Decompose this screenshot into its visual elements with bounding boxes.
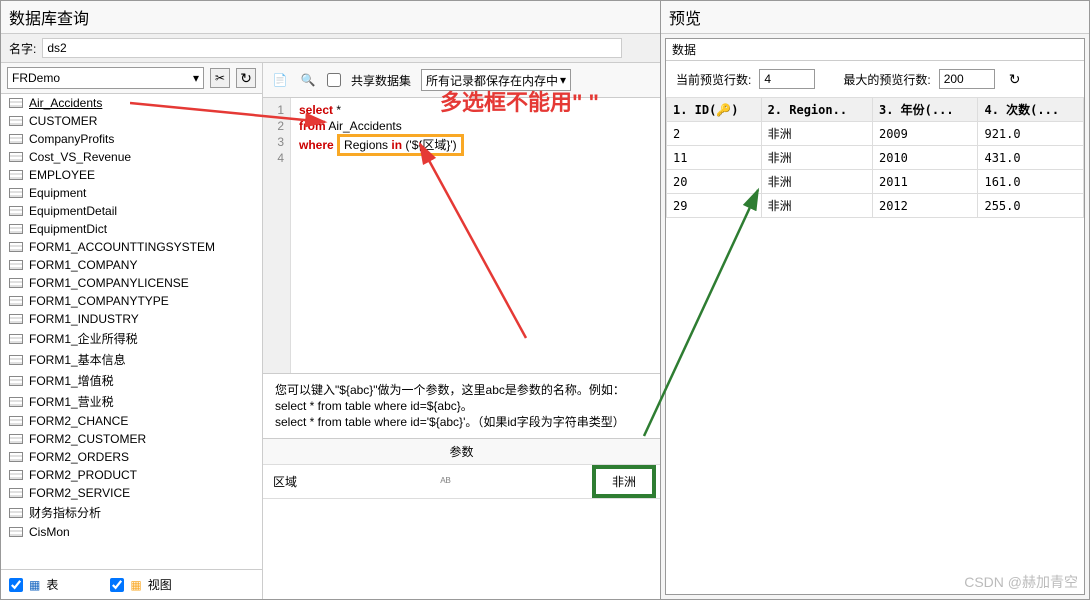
table-item[interactable]: FORM2_ORDERS: [1, 448, 262, 466]
view-checkbox[interactable]: [110, 578, 124, 592]
refresh-icon[interactable]: [236, 68, 256, 88]
table-item[interactable]: 财务指标分析: [1, 502, 262, 523]
table-item[interactable]: FORM1_营业税: [1, 391, 262, 412]
table-item[interactable]: FORM1_增值税: [1, 370, 262, 391]
db-query-title: 数据库查询: [1, 1, 660, 34]
dataset-name-input[interactable]: [42, 38, 622, 58]
tools-icon[interactable]: ✂: [210, 68, 230, 88]
table-item[interactable]: CUSTOMER: [1, 112, 262, 130]
table-item[interactable]: FORM1_COMPANYLICENSE: [1, 274, 262, 292]
preview-icon[interactable]: 🔍: [299, 71, 317, 89]
max-rows-label: 最大的预览行数:: [843, 71, 930, 88]
table-item[interactable]: FORM1_企业所得税: [1, 328, 262, 349]
data-label: 数据: [666, 39, 1084, 61]
table-row[interactable]: 2非洲2009921.0: [667, 122, 1084, 146]
db-select[interactable]: FRDemo ▾: [7, 67, 204, 89]
table-row[interactable]: 29非洲2012255.0: [667, 194, 1084, 218]
param-highlight: Regions in ('${区域}'): [337, 134, 464, 156]
table-item[interactable]: FORM1_ACCOUNTTINGSYSTEM: [1, 238, 262, 256]
table-filter-icon: ▦: [29, 578, 40, 592]
column-header[interactable]: 3. 年份(...: [872, 98, 978, 122]
table-filter-label: 表: [46, 576, 58, 593]
table-item[interactable]: FORM1_INDUSTRY: [1, 310, 262, 328]
table-item[interactable]: FORM1_基本信息: [1, 349, 262, 370]
param-header: 参数: [263, 439, 660, 465]
table-list[interactable]: Air_AccidentsCUSTOMERCompanyProfitsCost_…: [1, 94, 262, 569]
table-item[interactable]: EquipmentDetail: [1, 202, 262, 220]
table-row[interactable]: 11非洲2010431.0: [667, 146, 1084, 170]
table-item[interactable]: CisMon: [1, 523, 262, 541]
view-filter-icon: ▦: [130, 578, 141, 592]
preview-title: 预览: [661, 1, 1089, 34]
column-header[interactable]: 1. ID(🔑): [667, 98, 762, 122]
table-item[interactable]: FORM2_SERVICE: [1, 484, 262, 502]
table-item[interactable]: Equipment: [1, 184, 262, 202]
current-rows-label: 当前预览行数:: [676, 71, 751, 88]
column-header[interactable]: 2. Region..: [761, 98, 872, 122]
param-name[interactable]: 区域: [263, 467, 307, 496]
preview-table[interactable]: 1. ID(🔑)2. Region..3. 年份(...4. 次数(... 2非…: [666, 97, 1084, 218]
table-item[interactable]: EMPLOYEE: [1, 166, 262, 184]
chevron-down-icon: ▾: [193, 71, 199, 85]
table-item[interactable]: FORM2_CUSTOMER: [1, 430, 262, 448]
table-row[interactable]: 20非洲2011161.0: [667, 170, 1084, 194]
table-item[interactable]: Cost_VS_Revenue: [1, 148, 262, 166]
table-item[interactable]: FORM2_CHANCE: [1, 412, 262, 430]
sql-editor[interactable]: 1234 select * from Air_Accidents where R…: [263, 98, 660, 374]
table-item[interactable]: Air_Accidents: [1, 94, 262, 112]
share-dataset-checkbox[interactable]: [327, 73, 341, 87]
refresh-preview-icon[interactable]: [1009, 71, 1021, 88]
max-rows-input[interactable]: [939, 69, 995, 89]
table-checkbox[interactable]: [9, 578, 23, 592]
chevron-down-icon: ▾: [560, 73, 566, 87]
current-rows-input[interactable]: [759, 69, 815, 89]
table-item[interactable]: FORM2_PRODUCT: [1, 466, 262, 484]
table-item[interactable]: FORM1_COMPANY: [1, 256, 262, 274]
watermark: CSDN @赫加青空: [964, 572, 1078, 592]
view-filter-label: 视图: [148, 576, 172, 593]
table-item[interactable]: EquipmentDict: [1, 220, 262, 238]
param-value[interactable]: 非洲: [592, 465, 656, 498]
param-type-icon: ᴬᴮ: [440, 475, 450, 489]
column-header[interactable]: 4. 次数(...: [978, 98, 1084, 122]
memory-mode-select[interactable]: 所有记录都保存在内存中 ▾: [421, 69, 571, 91]
share-dataset-label: 共享数据集: [351, 72, 411, 89]
sql-icon[interactable]: 📄: [271, 71, 289, 89]
table-item[interactable]: CompanyProfits: [1, 130, 262, 148]
name-label: 名字:: [9, 40, 36, 57]
table-item[interactable]: FORM1_COMPANYTYPE: [1, 292, 262, 310]
hint-text: 您可以键入"${abc}"做为一个参数，这里abc是参数的名称。例如： sele…: [263, 374, 660, 439]
